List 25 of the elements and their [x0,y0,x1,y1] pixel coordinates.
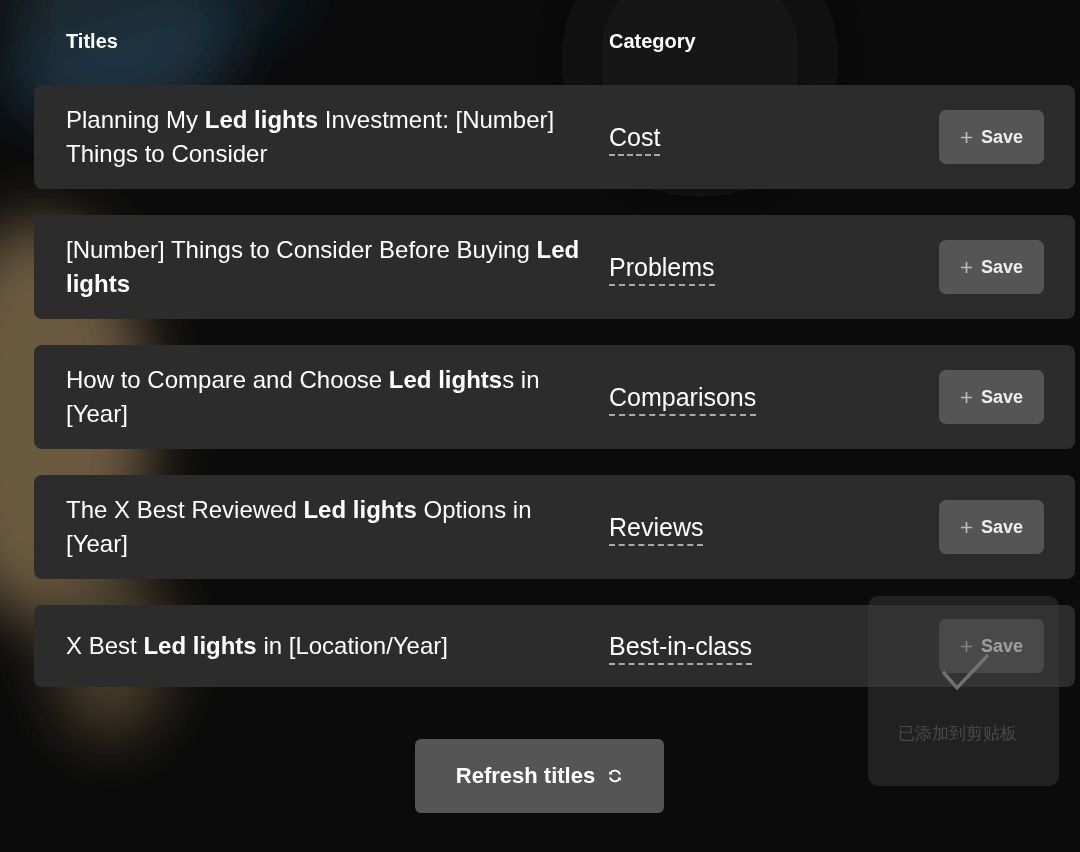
check-icon [940,652,990,692]
title-text: [Number] Things to Consider Before Buying Led lights [66,235,581,299]
save-button[interactable]: Save [939,500,1044,554]
save-button[interactable]: Save [939,240,1044,294]
title-text: X Best Led lights in [Location/Year] [66,631,449,661]
refresh-icon [607,768,624,784]
title-text: How to Compare and Choose Led lightss in [Year] [66,365,541,429]
title-text: Planning My Led lights Investment: [Number] Things to Consider [66,105,556,169]
plus-icon [959,639,973,653]
category-label: Problems [609,252,715,286]
category-label: Reviews [609,512,704,546]
refresh-button[interactable]: Refresh titles [415,739,664,813]
column-header: Category [609,30,696,53]
plus-icon [959,520,973,534]
plus-icon [959,390,973,404]
save-button[interactable]: Save [939,110,1044,164]
column-header: Titles [66,30,119,53]
save-button[interactable]: Save [939,370,1044,424]
plus-icon [959,130,973,144]
save-button[interactable]: Save [939,619,1044,673]
category-label: Cost [609,122,661,156]
category-label: Comparisons [609,382,757,416]
plus-icon [959,260,973,274]
category-label: Best-in-class [609,631,753,665]
title-text: The X Best Reviewed Led lights Options in [Year] [66,495,533,559]
